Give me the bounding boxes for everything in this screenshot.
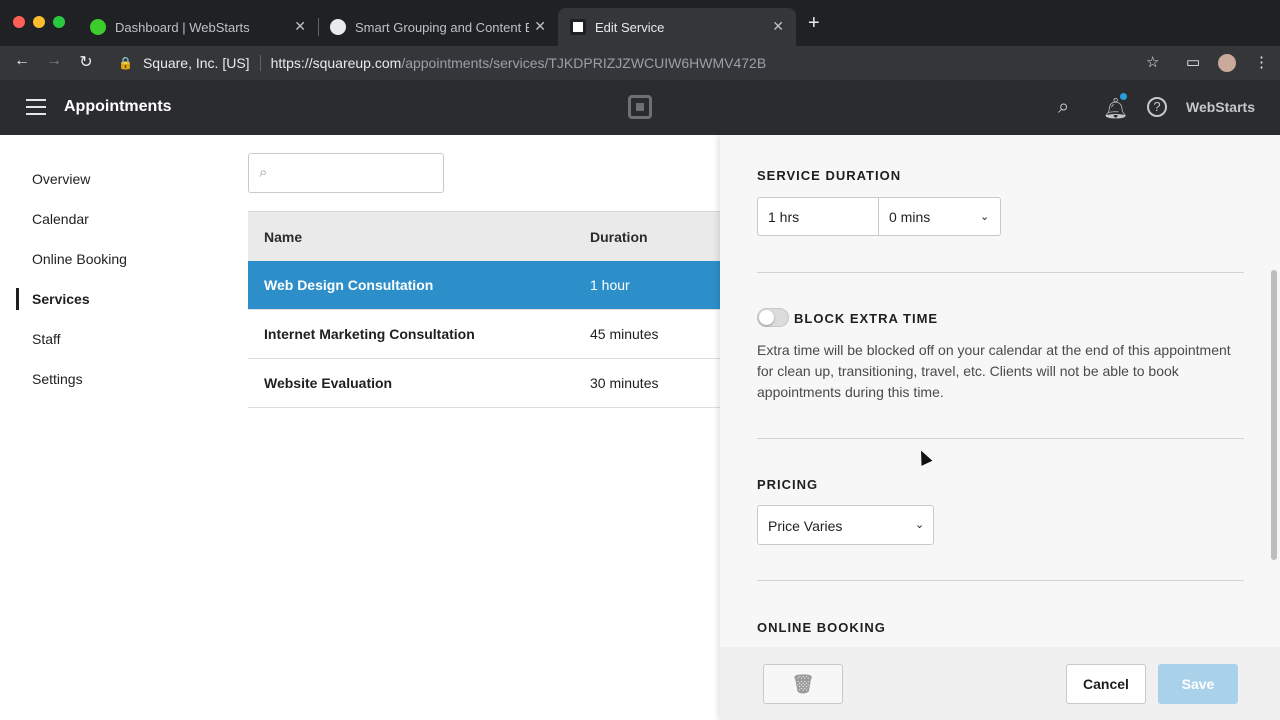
- block-extra-time-title: BLOCK EXTRA TIME: [794, 311, 939, 326]
- delete-button[interactable]: 🗑︎: [763, 664, 843, 704]
- url-path: /appointments/services/TJKDPRIZJZWCUIW6H…: [401, 55, 767, 71]
- block-extra-time-toggle[interactable]: [757, 308, 789, 327]
- service-duration: 45 minutes: [590, 326, 659, 342]
- active-nav-indicator: [16, 288, 19, 310]
- tab-title: Dashboard | WebStarts: [115, 19, 250, 35]
- section-divider: [757, 272, 1244, 273]
- service-duration: 1 hour: [590, 277, 630, 293]
- app-title: Appointments: [64, 98, 172, 115]
- sidebar-item-staff[interactable]: Staff: [32, 331, 61, 347]
- hamburger-menu-icon[interactable]: [26, 99, 46, 115]
- block-extra-time-description: Extra time will be blocked off on your c…: [757, 342, 1231, 400]
- service-duration: 30 minutes: [590, 375, 659, 391]
- close-tab-icon[interactable]: ✕: [534, 18, 546, 35]
- sidebar-item-overview[interactable]: Overview: [32, 171, 90, 187]
- tab-title: Edit Service: [595, 19, 665, 35]
- trash-icon: 🗑︎: [791, 674, 815, 694]
- globe-icon: [330, 19, 346, 35]
- section-divider: [757, 438, 1244, 439]
- column-header-duration[interactable]: Duration: [590, 229, 648, 245]
- site-identity: Square, Inc. [US]: [142, 55, 250, 71]
- app-header: Appointments ⌕ 🔔︎ ? WebStarts: [0, 80, 1280, 135]
- back-arrow-icon[interactable]: ←: [12, 52, 32, 70]
- table-header: Name Duration: [248, 211, 720, 261]
- url-separator: [259, 55, 261, 71]
- close-tab-icon[interactable]: ✕: [772, 18, 784, 35]
- sidebar-item-online-booking[interactable]: Online Booking: [32, 251, 127, 267]
- lock-icon: 🔒: [118, 56, 133, 70]
- duration-separator: [878, 198, 879, 235]
- close-window-button[interactable]: [13, 16, 25, 28]
- search-icon: ⌕: [259, 164, 268, 181]
- hours-input[interactable]: 1 hrs: [768, 209, 799, 225]
- drawer-footer: 🗑︎ Cancel Save: [720, 647, 1280, 720]
- browser-address-bar: ← → ↻ 🔒 Square, Inc. [US] https://square…: [0, 46, 1280, 80]
- url-host: https://squareup.com: [270, 55, 402, 71]
- browser-tab-edit-service[interactable]: Edit Service ✕: [558, 8, 796, 46]
- section-divider: [757, 580, 1244, 581]
- cast-icon[interactable]: ▭: [1186, 53, 1200, 71]
- sidebar-item-services[interactable]: Services: [32, 291, 90, 307]
- save-button[interactable]: Save: [1158, 664, 1238, 704]
- online-booking-title: ONLINE BOOKING: [757, 620, 886, 635]
- pricing-title: PRICING: [757, 477, 819, 492]
- minimize-window-button[interactable]: [33, 16, 45, 28]
- square-logo-icon[interactable]: [628, 95, 652, 119]
- drawer-scrollbar[interactable]: [1271, 270, 1277, 560]
- pricing-value: Price Varies: [768, 518, 843, 534]
- sidebar-item-calendar[interactable]: Calendar: [32, 211, 89, 227]
- search-input[interactable]: ⌕: [248, 153, 444, 193]
- service-name: Web Design Consultation: [264, 277, 434, 293]
- sidebar-item-settings[interactable]: Settings: [32, 371, 83, 387]
- tab-title: Smart Grouping and Content B: [355, 19, 529, 35]
- square-logo-icon: [570, 19, 586, 35]
- cancel-button[interactable]: Cancel: [1066, 664, 1146, 704]
- reload-icon[interactable]: ↻: [76, 52, 96, 72]
- forward-arrow-icon[interactable]: →: [44, 52, 64, 70]
- browser-tab-smart-grouping[interactable]: Smart Grouping and Content B ✕: [318, 8, 558, 46]
- browser-tab-bar: Dashboard | WebStarts ✕ Smart Grouping a…: [0, 0, 1280, 46]
- minutes-select[interactable]: 0 mins: [889, 209, 930, 225]
- edit-service-drawer: SERVICE DURATION 1 hrs 0 mins ⌄ BLOCK EX…: [720, 135, 1280, 720]
- chevron-down-icon: ⌄: [915, 519, 925, 531]
- notification-badge: [1120, 93, 1127, 100]
- account-name[interactable]: WebStarts: [1186, 99, 1255, 115]
- green-circle-icon: [90, 19, 106, 35]
- more-menu-icon[interactable]: ⋮: [1254, 53, 1269, 71]
- column-header-name[interactable]: Name: [264, 229, 302, 245]
- bookmark-star-icon[interactable]: ☆: [1146, 53, 1159, 71]
- table-row[interactable]: Website Evaluation 30 minutes: [248, 359, 720, 408]
- close-tab-icon[interactable]: ✕: [294, 18, 306, 35]
- duration-picker: 1 hrs 0 mins ⌄: [757, 197, 1001, 236]
- url-field[interactable]: 🔒 Square, Inc. [US] https://squareup.com…: [108, 49, 1178, 77]
- maximize-window-button[interactable]: [53, 16, 65, 28]
- search-icon[interactable]: ⌕: [1058, 96, 1069, 119]
- profile-avatar[interactable]: [1218, 54, 1236, 72]
- pricing-select[interactable]: Price Varies ⌄: [757, 505, 934, 545]
- service-name: Website Evaluation: [264, 375, 393, 391]
- table-row[interactable]: Internet Marketing Consultation 45 minut…: [248, 310, 720, 359]
- service-name: Internet Marketing Consultation: [264, 326, 475, 342]
- service-duration-title: SERVICE DURATION: [757, 168, 902, 183]
- help-icon[interactable]: ?: [1147, 97, 1167, 117]
- new-tab-icon[interactable]: +: [808, 12, 820, 35]
- browser-tab-dashboard[interactable]: Dashboard | WebStarts ✕: [78, 8, 318, 46]
- chevron-down-icon[interactable]: ⌄: [980, 210, 989, 223]
- table-row[interactable]: Web Design Consultation 1 hour: [248, 261, 720, 310]
